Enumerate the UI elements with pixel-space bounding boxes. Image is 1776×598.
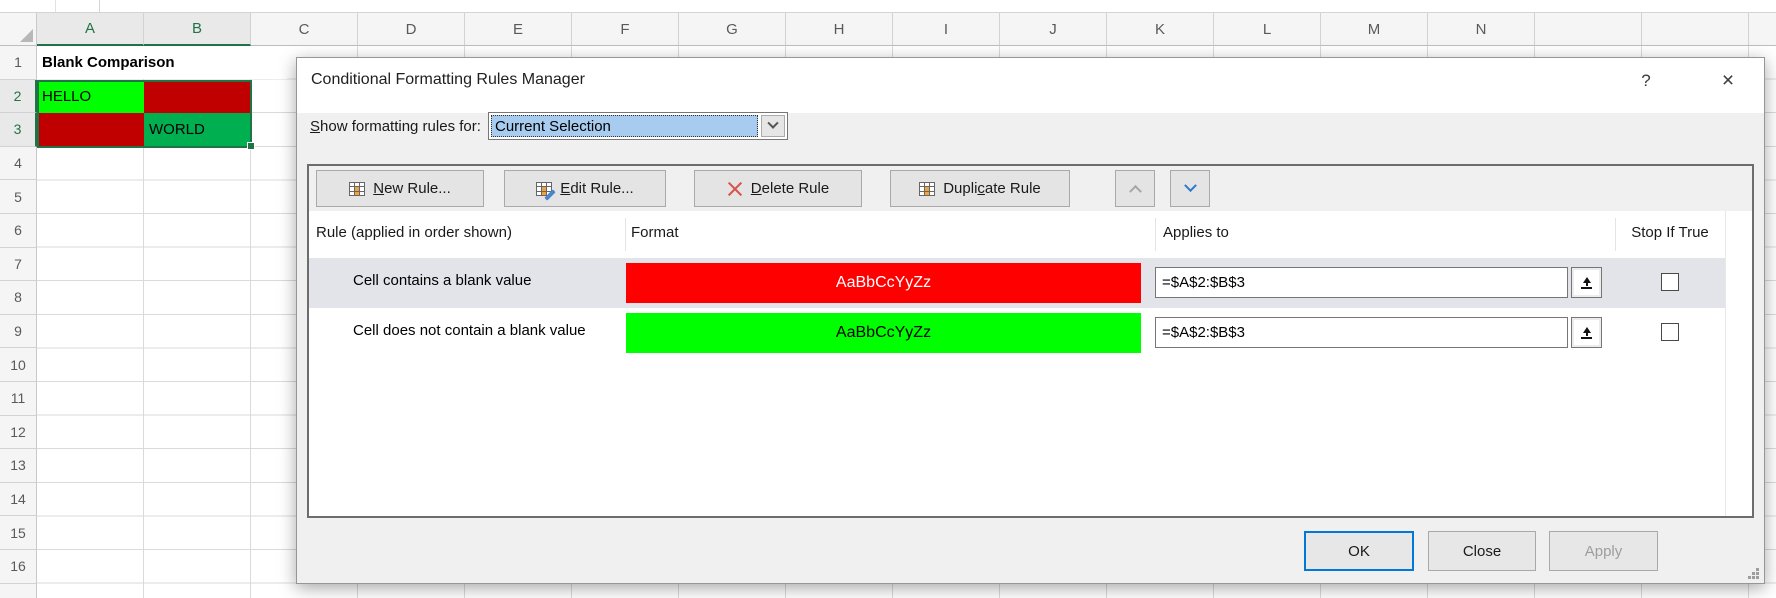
show-rules-label-rest: how formatting rules for: — [320, 118, 481, 135]
table-pencil-icon — [536, 182, 552, 196]
row-header-1[interactable]: 1 — [0, 46, 37, 80]
collapse-dialog-button[interactable] — [1571, 317, 1602, 348]
row-header-2[interactable]: 2 — [0, 80, 37, 114]
new-rule-button[interactable]: New Rule... — [316, 170, 484, 207]
move-rule-up-button[interactable] — [1115, 170, 1155, 207]
delete-rule-label: Delete Rule — [751, 180, 829, 197]
conditional-formatting-rules-manager-dialog: Conditional Formatting Rules Manager ? ×… — [296, 57, 1765, 584]
edit-rule-label: Edit Rule... — [560, 180, 633, 197]
column-header-l[interactable]: L — [1214, 13, 1321, 46]
stop-if-true-checkbox[interactable] — [1661, 273, 1679, 291]
rules-toolbar: New Rule... Edit Rule... Delete Rule Dup… — [309, 166, 1752, 211]
select-all-corner[interactable] — [0, 13, 37, 46]
column-header-m[interactable]: M — [1321, 13, 1428, 46]
row-header-15[interactable]: 15 — [0, 516, 37, 550]
select-all-triangle-icon — [20, 29, 33, 42]
row-header-5[interactable]: 5 — [0, 180, 37, 214]
column-header-j[interactable]: J — [1000, 13, 1107, 46]
chevron-down-icon — [767, 118, 778, 129]
column-header-f[interactable]: F — [572, 13, 679, 46]
row-headers: 1 2 3 4 5 6 7 8 9 10 11 12 13 14 15 16 — [0, 46, 37, 598]
row-header-14[interactable]: 14 — [0, 483, 37, 517]
applies-to-input[interactable] — [1155, 317, 1568, 348]
format-preview: AaBbCcYyZz — [626, 313, 1141, 353]
apply-button[interactable]: Apply — [1549, 531, 1658, 571]
show-rules-dropdown[interactable]: Current Selection — [488, 112, 788, 140]
column-header-h[interactable]: H — [786, 13, 893, 46]
row-header-3[interactable]: 3 — [0, 113, 37, 147]
formula-bar-edge — [0, 0, 1776, 13]
column-header-k[interactable]: K — [1107, 13, 1214, 46]
dropdown-arrow-button[interactable] — [761, 115, 785, 137]
red-x-icon — [727, 181, 743, 197]
help-button[interactable]: ? — [1632, 66, 1660, 96]
delete-rule-button[interactable]: Delete Rule — [694, 170, 862, 207]
row-header-9[interactable]: 9 — [0, 315, 37, 349]
column-header-i[interactable]: I — [893, 13, 1000, 46]
column-header-g[interactable]: G — [679, 13, 786, 46]
header-rule: Rule (applied in order shown) — [316, 224, 512, 241]
row-header-6[interactable]: 6 — [0, 214, 37, 248]
cell-a3[interactable] — [37, 113, 144, 147]
cell-b2[interactable] — [144, 80, 251, 114]
rules-list-area: Rule (applied in order shown) Format App… — [309, 211, 1752, 516]
close-button[interactable]: Close — [1428, 531, 1536, 571]
show-rules-dropdown-value[interactable]: Current Selection — [491, 115, 758, 137]
row-header-11[interactable]: 11 — [0, 382, 37, 416]
chevron-down-icon — [1184, 179, 1197, 192]
cell-b3[interactable]: WORLD — [144, 113, 251, 147]
column-header-c[interactable]: C — [251, 13, 358, 46]
show-rules-label-mnemonic: S — [310, 118, 320, 135]
column-header-a[interactable]: A — [37, 13, 144, 46]
rule-row-blank[interactable]: Cell contains a blank value AaBbCcYyZz — [309, 258, 1725, 308]
column-header-n[interactable]: N — [1428, 13, 1535, 46]
column-header-b[interactable]: B — [144, 13, 251, 46]
move-rule-down-button[interactable] — [1170, 170, 1210, 207]
header-format: Format — [631, 224, 679, 241]
dialog-titlebar[interactable]: Conditional Formatting Rules Manager ? × — [297, 58, 1764, 113]
row-header-8[interactable]: 8 — [0, 281, 37, 315]
row-header-7[interactable]: 7 — [0, 248, 37, 282]
show-rules-label: Show formatting rules for: — [310, 118, 481, 135]
rule-name: Cell does not contain a blank value — [353, 322, 586, 339]
excel-window: A B C D E F G H I J K L M N 1 2 3 4 5 6 … — [0, 0, 1776, 598]
row-header-13[interactable]: 13 — [0, 449, 37, 483]
close-icon[interactable]: × — [1714, 66, 1742, 96]
rules-list-header: Rule (applied in order shown) Format App… — [309, 211, 1752, 258]
row-header-4[interactable]: 4 — [0, 147, 37, 181]
duplicate-rule-button[interactable]: Duplicate Rule — [890, 170, 1070, 207]
rule-row-not-blank[interactable]: Cell does not contain a blank value AaBb… — [309, 308, 1725, 358]
edit-rule-button[interactable]: Edit Rule... — [504, 170, 666, 207]
format-preview: AaBbCcYyZz — [626, 263, 1141, 303]
dialog-title: Conditional Formatting Rules Manager — [311, 71, 585, 89]
stop-if-true-checkbox[interactable] — [1661, 323, 1679, 341]
table-grid-icon — [919, 182, 935, 196]
new-rule-label: New Rule... — [373, 180, 451, 197]
row-header-10[interactable]: 10 — [0, 348, 37, 382]
duplicate-rule-label: Duplicate Rule — [943, 180, 1041, 197]
cell-a1[interactable]: Blank Comparison — [37, 46, 287, 79]
header-applies-to: Applies to — [1163, 224, 1229, 241]
row-header-filler — [0, 584, 37, 598]
applies-to-input[interactable] — [1155, 267, 1568, 298]
column-header-e[interactable]: E — [465, 13, 572, 46]
cell-a2[interactable]: HELLO — [37, 80, 144, 114]
row-header-16[interactable]: 16 — [0, 550, 37, 584]
ok-button[interactable]: OK — [1304, 531, 1414, 571]
header-stop-if-true: Stop If True — [1615, 224, 1725, 241]
column-header-d[interactable]: D — [358, 13, 465, 46]
column-header-filler — [1535, 13, 1776, 46]
rules-list-box: New Rule... Edit Rule... Delete Rule Dup… — [307, 164, 1754, 518]
table-grid-icon — [349, 182, 365, 196]
column-headers: A B C D E F G H I J K L M N — [37, 13, 1776, 46]
fill-handle[interactable] — [247, 142, 255, 150]
resize-grip[interactable] — [1746, 566, 1760, 580]
rule-name: Cell contains a blank value — [353, 272, 531, 289]
collapse-dialog-button[interactable] — [1571, 267, 1602, 298]
chevron-up-icon — [1129, 185, 1142, 198]
row-header-12[interactable]: 12 — [0, 416, 37, 450]
